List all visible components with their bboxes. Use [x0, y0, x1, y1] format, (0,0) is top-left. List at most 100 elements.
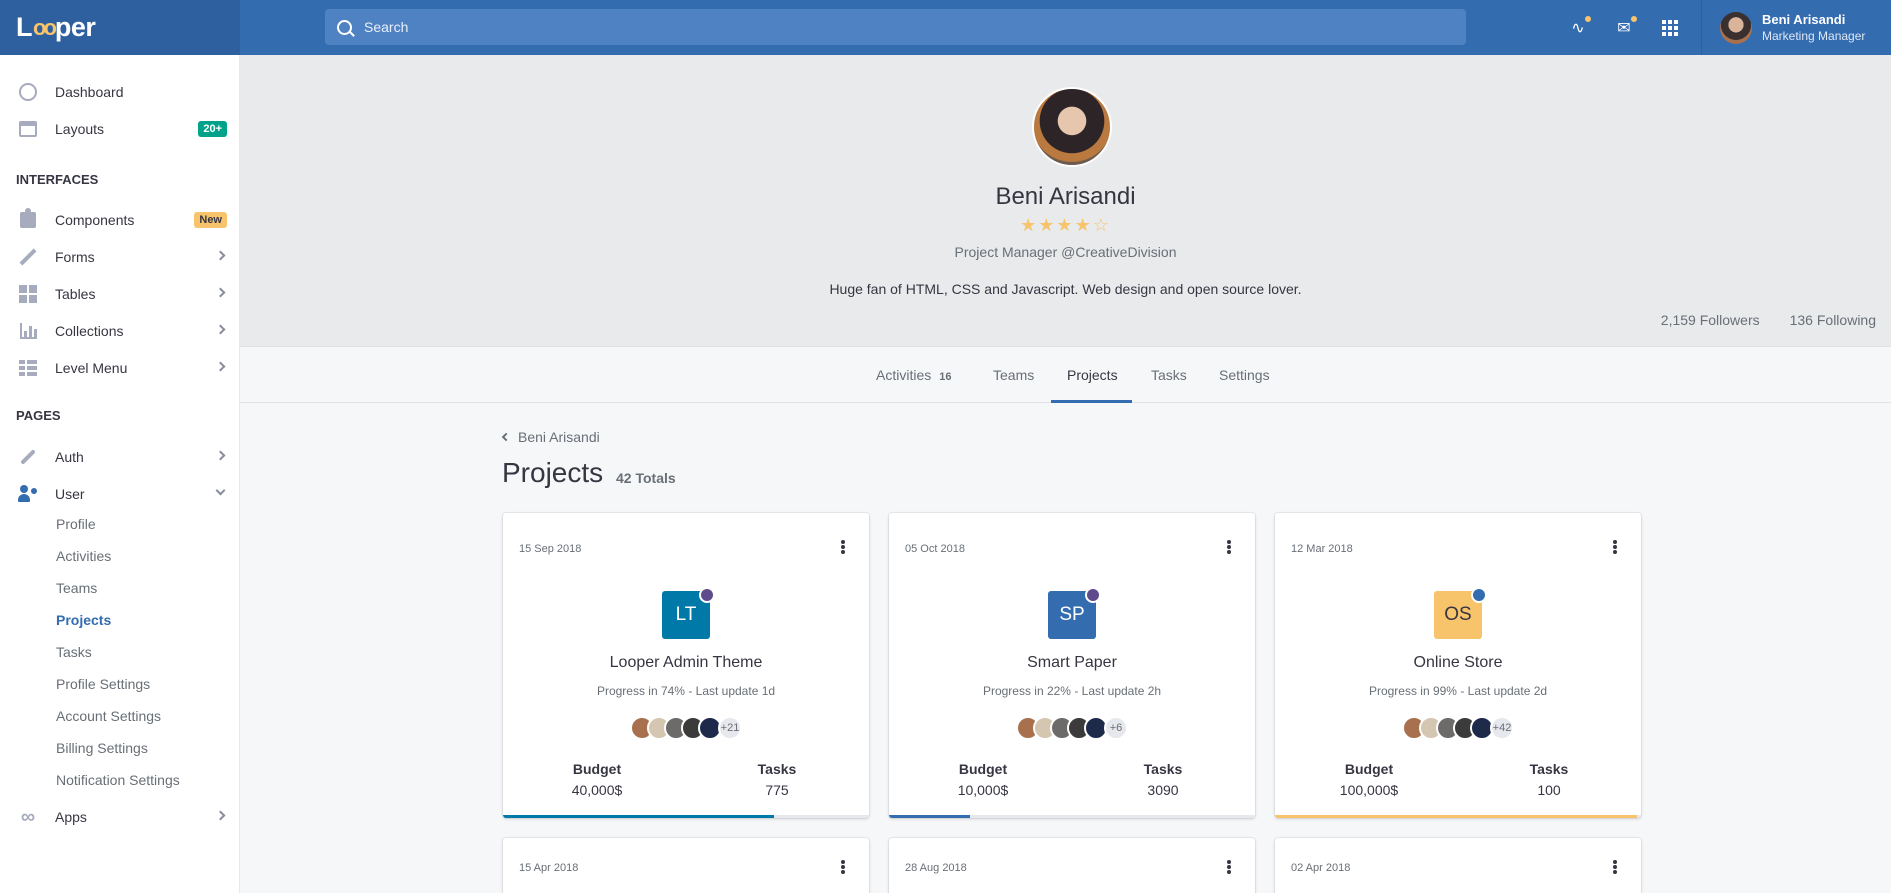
more-members-badge[interactable]: +21	[718, 716, 742, 740]
tasks-metric: Tasks 775	[757, 761, 797, 798]
sidebar-item-apps[interactable]: ∞ Apps	[0, 802, 240, 832]
tab-teams[interactable]: Teams	[993, 348, 1034, 403]
project-date: 02 Apr 2018	[1291, 862, 1351, 874]
sidebar-sub-projects[interactable]: Projects	[56, 612, 111, 628]
project-tile: OS	[1434, 587, 1487, 639]
pencil-icon	[18, 247, 38, 267]
sidebar-sub-activities[interactable]: Activities	[56, 548, 111, 564]
bar-chart-icon	[18, 321, 38, 341]
tab-settings[interactable]: Settings	[1219, 348, 1270, 403]
team-avatars: +21	[503, 716, 869, 740]
page-title: Projects	[502, 457, 604, 488]
search-icon	[337, 19, 352, 35]
project-name[interactable]: Smart Paper	[889, 654, 1255, 672]
following-link[interactable]: 136 Following	[1790, 312, 1876, 328]
sidebar-item-collections[interactable]: Collections	[0, 316, 240, 346]
layouts-badge: 20+	[198, 121, 227, 137]
user-menu[interactable]: Beni Arisandi Marketing Manager	[1701, 0, 1891, 55]
team-avatars: +6	[889, 716, 1255, 740]
project-date: 05 Oct 2018	[905, 543, 965, 555]
project-date: 28 Aug 2018	[905, 862, 967, 874]
more-vertical-icon[interactable]	[841, 860, 845, 874]
dashboard-icon	[18, 82, 38, 102]
more-members-badge[interactable]: +42	[1490, 716, 1514, 740]
project-date: 12 Mar 2018	[1291, 543, 1353, 555]
project-date: 15 Apr 2018	[519, 862, 579, 874]
project-card[interactable]: 28 Aug 2018	[889, 838, 1255, 893]
users-icon	[18, 484, 38, 504]
progress-fill	[889, 815, 970, 818]
search-input[interactable]	[364, 19, 1444, 35]
user-role: Marketing Manager	[1762, 29, 1866, 43]
more-vertical-icon[interactable]	[1613, 540, 1617, 554]
sidebar-item-forms[interactable]: Forms	[0, 242, 240, 272]
budget-metric: Budget 10,000$	[957, 761, 1009, 798]
more-vertical-icon[interactable]	[1613, 860, 1617, 874]
tab-projects[interactable]: Projects	[1067, 348, 1118, 403]
tab-tasks[interactable]: Tasks	[1151, 348, 1187, 403]
tasks-metric: Tasks 100	[1529, 761, 1569, 798]
projects-total: 42 Totals	[616, 470, 676, 486]
chevron-down-icon	[215, 485, 226, 496]
project-name[interactable]: Online Store	[1275, 654, 1641, 672]
profile-bio: Huge fan of HTML, CSS and Javascript. We…	[829, 281, 1302, 297]
project-card[interactable]: 05 Oct 2018 SP Smart Paper Progress in 2…	[889, 513, 1255, 818]
sidebar-item-dashboard[interactable]: Dashboard	[0, 77, 240, 107]
sidebar-sub-profile[interactable]: Profile	[56, 516, 96, 532]
rocket-icon	[699, 587, 715, 603]
project-name[interactable]: Looper Admin Theme	[503, 654, 869, 672]
more-members-badge[interactable]: +6	[1104, 716, 1128, 740]
chevron-right-icon	[215, 450, 226, 461]
project-tile: SP	[1048, 587, 1101, 639]
sidebar-item-layouts[interactable]: Layouts 20+	[0, 114, 240, 144]
sidebar-item-components[interactable]: Components New	[0, 205, 240, 235]
header-icons: ∿ ✉	[1568, 0, 1680, 55]
section-interfaces: INTERFACES	[16, 172, 99, 187]
budget-metric: Budget 100,000$	[1339, 761, 1399, 798]
more-vertical-icon[interactable]	[1227, 540, 1231, 554]
sidebar: Dashboard Layouts 20+ INTERFACES Compone…	[0, 55, 240, 893]
tasks-metric: Tasks 3090	[1143, 761, 1183, 798]
activity-pulse-icon[interactable]: ∿	[1568, 15, 1591, 38]
messages-icon[interactable]: ✉	[1614, 15, 1637, 38]
brand-logo[interactable]: Loo per	[0, 0, 240, 55]
more-vertical-icon[interactable]	[841, 540, 845, 554]
project-card[interactable]: 15 Sep 2018 LT Looper Admin Theme Progre…	[503, 513, 869, 818]
more-vertical-icon[interactable]	[1227, 860, 1231, 874]
activities-count: 16	[939, 371, 952, 383]
sidebar-sub-billing-settings[interactable]: Billing Settings	[56, 740, 148, 756]
chevron-right-icon	[215, 324, 226, 335]
rocket-icon	[1085, 587, 1101, 603]
sidebar-sub-notification-settings[interactable]: Notification Settings	[56, 772, 180, 788]
top-header: Looper ∿ ✉ Beni Arisandi Marketing Manag…	[0, 0, 1891, 55]
puzzle-icon	[18, 208, 38, 230]
progress-fill	[503, 815, 774, 818]
sidebar-item-user[interactable]: User	[0, 479, 240, 509]
user-name: Beni Arisandi	[1762, 12, 1846, 27]
sidebar-sub-tasks[interactable]: Tasks	[56, 644, 92, 660]
apps-grid-icon[interactable]	[1660, 18, 1680, 38]
profile-tabs: Activities 16 Teams Projects Tasks Settin…	[240, 348, 1891, 403]
project-card[interactable]: 15 Apr 2018	[503, 838, 869, 893]
breadcrumb[interactable]: Beni Arisandi	[501, 429, 600, 445]
sidebar-item-auth[interactable]: Auth	[0, 442, 240, 472]
chevron-right-icon	[215, 250, 226, 261]
sidebar-item-tables[interactable]: Tables	[0, 279, 240, 309]
tab-activities[interactable]: Activities 16	[876, 348, 951, 403]
notification-dot	[1585, 15, 1591, 22]
sidebar-sub-account-settings[interactable]: Account Settings	[56, 708, 161, 724]
project-progress-text: Progress in 22% - Last update 2h	[982, 684, 1162, 698]
project-card[interactable]: 12 Mar 2018 OS Online Store Progress in …	[1275, 513, 1641, 818]
chevron-right-icon	[215, 361, 226, 372]
project-card[interactable]: 02 Apr 2018	[1275, 838, 1641, 893]
sidebar-sub-profile-settings[interactable]: Profile Settings	[56, 676, 150, 692]
chevron-left-icon	[501, 432, 511, 442]
search-box[interactable]	[325, 9, 1466, 45]
followers-link[interactable]: 2,159 Followers	[1661, 312, 1760, 328]
wrench-icon	[18, 447, 38, 467]
sidebar-item-level-menu[interactable]: Level Menu	[0, 353, 240, 383]
tiles-icon	[18, 284, 38, 304]
components-badge: New	[194, 212, 227, 228]
project-progress-text: Progress in 99% - Last update 2d	[1368, 684, 1548, 698]
sidebar-sub-teams[interactable]: Teams	[56, 580, 97, 596]
